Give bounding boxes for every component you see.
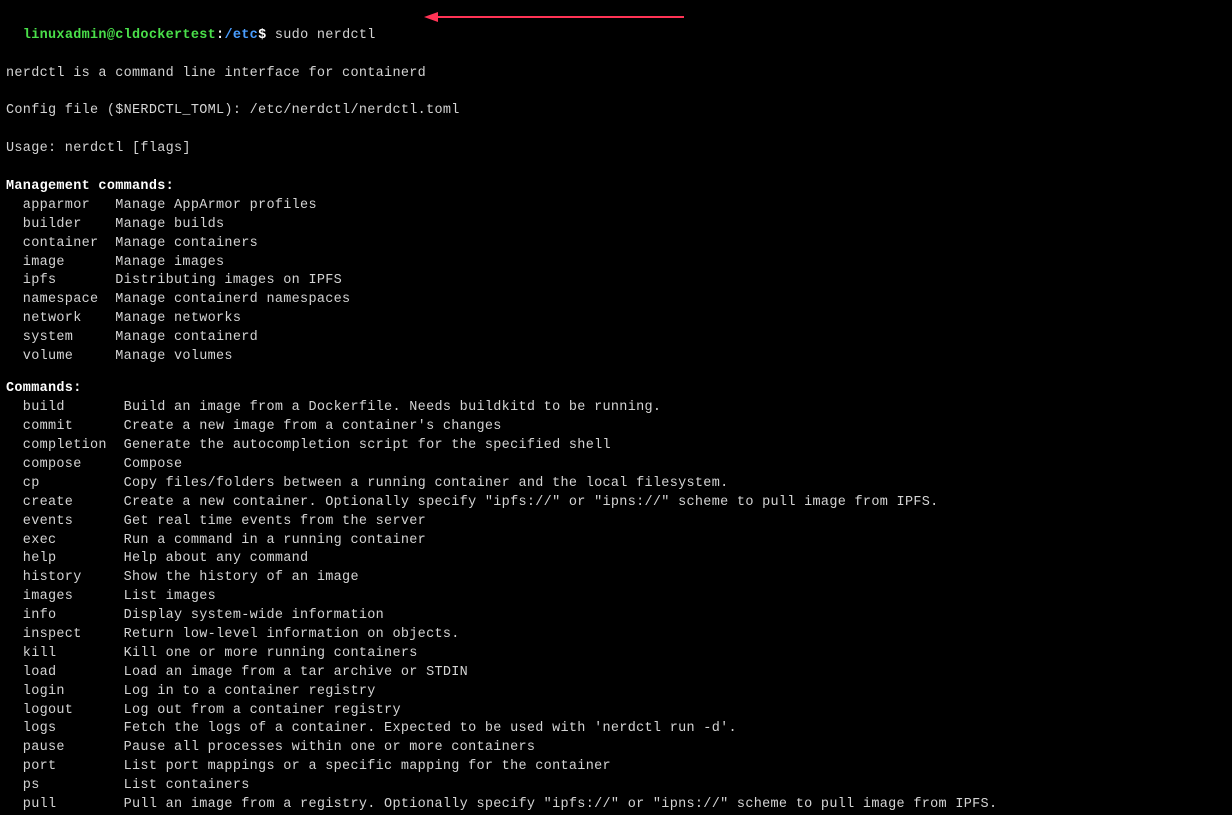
command-line: history Show the history of an image (6, 569, 1226, 588)
intro-block: nerdctl is a command line interface for … (6, 65, 1226, 178)
management-command-line: container Manage containers (6, 235, 1226, 254)
management-header: Management commands: (6, 178, 1226, 197)
command-line: cp Copy files/folders between a running … (6, 475, 1226, 494)
command-line: compose Compose (6, 456, 1226, 475)
command-line: pause Pause all processes within one or … (6, 739, 1226, 758)
prompt-dollar: $ (258, 28, 275, 43)
command-line: logs Fetch the logs of a container. Expe… (6, 720, 1226, 739)
management-command-line: system Manage containerd (6, 329, 1226, 348)
command-line: create Create a new container. Optionall… (6, 494, 1226, 513)
command-line: commit Create a new image from a contain… (6, 418, 1226, 437)
management-commands-block: apparmor Manage AppArmor profiles builde… (6, 197, 1226, 367)
management-command-line: apparmor Manage AppArmor profiles (6, 197, 1226, 216)
management-command-line: image Manage images (6, 254, 1226, 273)
command-line: logout Log out from a container registry (6, 702, 1226, 721)
command-line: login Log in to a container registry (6, 683, 1226, 702)
command-line: info Display system-wide information (6, 607, 1226, 626)
output-line: Config file ($NERDCTL_TOML): /etc/nerdct… (6, 102, 1226, 121)
command-line: pull Pull an image from a registry. Opti… (6, 796, 1226, 815)
management-command-line: namespace Manage containerd namespaces (6, 291, 1226, 310)
prompt-line[interactable]: linuxadmin@cldockertest:/etc$ sudo nerdc… (6, 8, 1226, 65)
command-line: completion Generate the autocompletion s… (6, 437, 1226, 456)
command-line: port List port mappings or a specific ma… (6, 758, 1226, 777)
prompt-path: /etc (224, 28, 258, 43)
command-line: load Load an image from a tar archive or… (6, 664, 1226, 683)
command-line: ps List containers (6, 777, 1226, 796)
command-line: help Help about any command (6, 550, 1226, 569)
command-line: exec Run a command in a running containe… (6, 532, 1226, 551)
output-line (6, 121, 1226, 140)
command-line: kill Kill one or more running containers (6, 645, 1226, 664)
management-command-line: ipfs Distributing images on IPFS (6, 272, 1226, 291)
annotation-arrow-icon (424, 9, 684, 25)
management-command-line: network Manage networks (6, 310, 1226, 329)
output-line (6, 159, 1226, 178)
output-line: nerdctl is a command line interface for … (6, 65, 1226, 84)
output-line: Usage: nerdctl [flags] (6, 140, 1226, 159)
prompt-user-host: linuxadmin@cldockertest (23, 28, 216, 43)
commands-header: Commands: (6, 380, 1226, 399)
command-line: images List images (6, 588, 1226, 607)
commands-block: build Build an image from a Dockerfile. … (6, 399, 1226, 815)
blank-line (6, 367, 1226, 381)
prompt-command: sudo nerdctl (275, 28, 376, 43)
management-command-line: volume Manage volumes (6, 348, 1226, 367)
management-command-line: builder Manage builds (6, 216, 1226, 235)
command-line: events Get real time events from the ser… (6, 513, 1226, 532)
output-line (6, 84, 1226, 103)
command-line: inspect Return low-level information on … (6, 626, 1226, 645)
command-line: build Build an image from a Dockerfile. … (6, 399, 1226, 418)
